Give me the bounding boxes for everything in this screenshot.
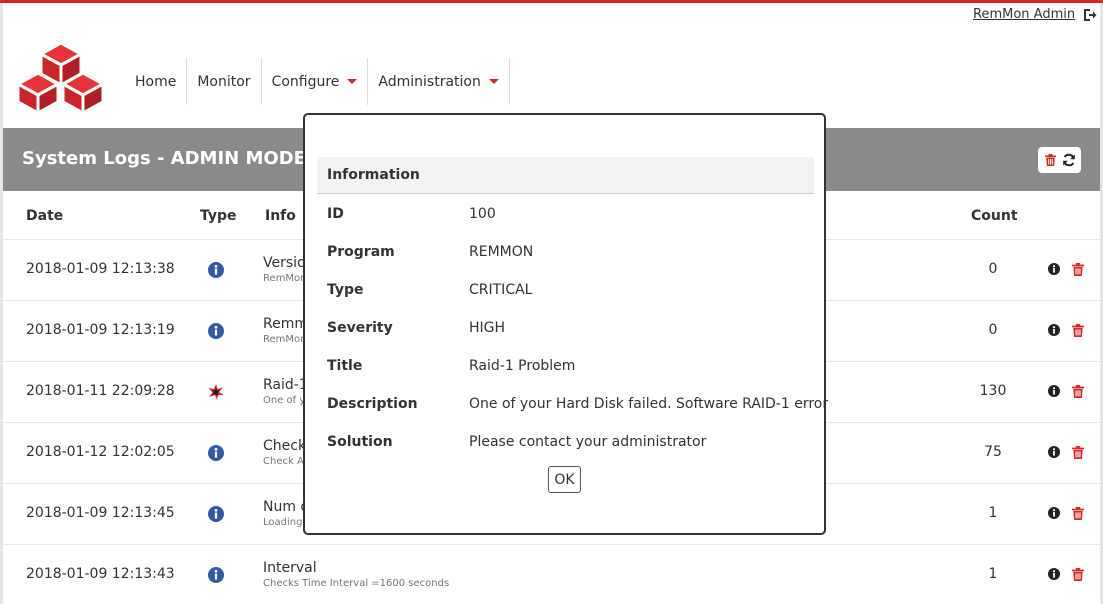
log-info-description: RemMon — [263, 334, 307, 345]
dialog-field-value: One of your Hard Disk failed. Software R… — [469, 396, 829, 412]
log-count: 75 — [984, 444, 1002, 460]
info-circle-icon — [208, 506, 224, 522]
info-circle-icon — [208, 262, 224, 278]
row-info-icon[interactable] — [1048, 385, 1060, 397]
nav-monitor-label: Monitor — [197, 73, 251, 90]
dialog-field-row: ID 100 — [327, 206, 807, 226]
column-header-count[interactable]: Count — [971, 208, 1018, 224]
delete-all-button[interactable] — [1042, 152, 1058, 168]
refresh-button[interactable] — [1061, 152, 1077, 168]
info-circle-icon — [208, 567, 224, 583]
nav-administration[interactable]: Administration — [368, 58, 510, 105]
log-info-description: Checks Time Interval =1600 seconds — [263, 578, 450, 589]
log-info-title: Check — [263, 438, 307, 454]
column-header-date[interactable]: Date — [26, 208, 63, 224]
page-title: System Logs - ADMIN MODE — [22, 148, 306, 169]
row-info-icon[interactable] — [1048, 324, 1060, 336]
dialog-field-row: Title Raid-1 Problem — [327, 358, 807, 378]
log-date: 2018-01-09 12:13:19 — [26, 322, 175, 338]
row-delete-icon[interactable] — [1072, 385, 1084, 398]
log-info-title: Remm — [263, 316, 308, 332]
main-nav: Home Monitor Configure Administration — [125, 58, 510, 105]
log-count: 130 — [979, 383, 1007, 399]
column-header-info[interactable]: Info — [265, 208, 296, 224]
dialog-field-value: CRITICAL — [469, 282, 533, 298]
log-count: 0 — [988, 261, 998, 277]
dialog-field-row: Type CRITICAL — [327, 282, 807, 302]
row-info-icon[interactable] — [1048, 507, 1060, 519]
row-delete-icon[interactable] — [1072, 446, 1084, 459]
user-menu-link[interactable]: RemMon Admin — [973, 7, 1075, 22]
trash-icon — [1044, 154, 1056, 166]
dialog-field-label: Severity — [327, 320, 393, 336]
dialog-field-value: REMMON — [469, 244, 534, 260]
top-accent-bar — [0, 0, 1103, 3]
row-delete-icon[interactable] — [1072, 568, 1084, 581]
log-info-title: Versio — [263, 255, 306, 271]
log-info-title: Raid-1 — [263, 377, 308, 393]
nav-home-label: Home — [135, 73, 177, 90]
dialog-field-value: Please contact your administrator — [469, 434, 707, 450]
log-info-description: RemMon — [263, 273, 307, 284]
log-count: 1 — [988, 566, 998, 582]
log-count: 0 — [988, 322, 998, 338]
column-header-type[interactable]: Type — [200, 208, 237, 224]
critical-burst-icon — [208, 384, 224, 400]
row-delete-icon[interactable] — [1072, 507, 1084, 520]
nav-monitor[interactable]: Monitor — [187, 58, 262, 105]
information-dialog: Information ID 100 Program REMMON Type CRITIC… — [303, 113, 828, 535]
log-info-description: Loading — [263, 517, 303, 528]
caret-down-icon — [347, 79, 358, 84]
table-row: 2018-01-09 12:13:43 Interval Checks Time I… — [3, 544, 1100, 604]
log-date: 2018-01-09 12:13:38 — [26, 261, 175, 277]
log-date: 2018-01-09 12:13:45 — [26, 505, 175, 521]
caret-down-icon — [488, 79, 499, 84]
dialog-field-value: HIGH — [469, 320, 506, 336]
logout-icon[interactable] — [1083, 8, 1097, 22]
header-actions — [1038, 147, 1081, 173]
log-info-title: Interval — [263, 560, 317, 576]
info-circle-icon — [208, 445, 224, 461]
dialog-field-label: Title — [327, 358, 363, 374]
row-delete-icon[interactable] — [1072, 324, 1084, 337]
row-info-icon[interactable] — [1048, 263, 1060, 275]
remmon-logo[interactable] — [17, 40, 107, 114]
dialog-header: Information — [317, 157, 814, 194]
log-info-description: One of y — [263, 395, 306, 406]
dialog-field-label: Description — [327, 396, 418, 412]
ok-button[interactable]: OK — [548, 466, 581, 493]
log-date: 2018-01-09 12:13:43 — [26, 566, 175, 582]
dialog-field-row: Severity HIGH — [327, 320, 807, 340]
dialog-field-row: Description One of your Hard Disk failed.… — [327, 396, 828, 416]
log-date: 2018-01-12 12:02:05 — [26, 444, 175, 460]
nav-configure-label: Configure — [271, 73, 340, 90]
nav-configure[interactable]: Configure — [262, 58, 369, 105]
row-delete-icon[interactable] — [1072, 263, 1084, 276]
dialog-field-row: Solution Please contact your administrato… — [327, 434, 807, 454]
row-info-icon[interactable] — [1048, 446, 1060, 458]
info-circle-icon — [208, 323, 224, 339]
log-info-description: Check A — [263, 456, 304, 467]
refresh-icon — [1062, 153, 1075, 167]
dialog-title: Information — [327, 167, 420, 183]
dialog-field-label: Type — [327, 282, 364, 298]
dialog-field-value: Raid-1 Problem — [469, 358, 576, 374]
nav-administration-label: Administration — [378, 73, 481, 90]
log-count: 1 — [988, 505, 998, 521]
dialog-field-label: ID — [327, 206, 344, 222]
dialog-field-label: Program — [327, 244, 395, 260]
nav-home[interactable]: Home — [125, 58, 188, 105]
dialog-field-row: Program REMMON — [327, 244, 807, 264]
dialog-field-value: 100 — [469, 206, 496, 222]
log-date: 2018-01-11 22:09:28 — [26, 383, 175, 399]
dialog-field-label: Solution — [327, 434, 393, 450]
row-info-icon[interactable] — [1048, 568, 1060, 580]
